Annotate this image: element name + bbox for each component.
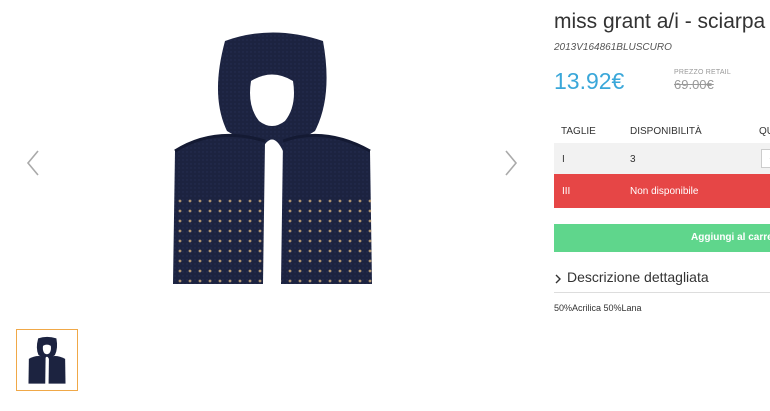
chevron-right-small-icon — [554, 272, 562, 288]
header-availability: DISPONIBILITÀ — [630, 126, 702, 137]
gallery-next-button[interactable] — [500, 148, 520, 178]
product-gallery — [0, 0, 545, 411]
product-sku: 2013V164861BLUSCURO — [554, 42, 672, 53]
gallery-prev-button[interactable] — [24, 148, 44, 178]
product-title: miss grant a/i - sciarpa — [554, 10, 766, 33]
row-size: III — [562, 186, 571, 197]
chevron-left-icon — [26, 150, 39, 176]
table-row: I 3 - — [554, 143, 770, 174]
add-to-cart-button[interactable]: Aggiungi al carrello — [554, 224, 770, 252]
row-availability: Non disponibile — [630, 186, 699, 197]
product-main-image — [165, 26, 380, 288]
product-thumbnail[interactable] — [16, 329, 78, 391]
quantity-select[interactable]: - — [761, 149, 770, 168]
header-quantity: QU — [759, 126, 770, 137]
product-price: 13.92€ — [554, 68, 625, 94]
chevron-right-icon — [505, 150, 518, 176]
table-header: TAGLIE DISPONIBILITÀ QU — [554, 121, 770, 143]
row-size: I — [562, 154, 565, 165]
thumbnail-image — [28, 336, 66, 384]
description-toggle-label: Descrizione dettagliata — [567, 269, 709, 285]
table-row: III Non disponibile — [554, 174, 770, 208]
product-composition: 50%Acrilica 50%Lana — [554, 303, 642, 313]
description-toggle[interactable]: Descrizione dettagliata — [554, 269, 770, 293]
retail-price-label: PREZZO RETAIL — [674, 69, 731, 76]
retail-price: 69.00€ — [674, 77, 714, 92]
product-info-panel: miss grant a/i - sciarpa 2013V164861BLUS… — [554, 0, 770, 411]
add-to-cart-label: Aggiungi al carrello — [691, 232, 770, 243]
size-availability-table: TAGLIE DISPONIBILITÀ QU I 3 - III Non di… — [554, 121, 770, 208]
row-availability: 3 — [630, 154, 636, 165]
header-size: TAGLIE — [561, 126, 596, 137]
